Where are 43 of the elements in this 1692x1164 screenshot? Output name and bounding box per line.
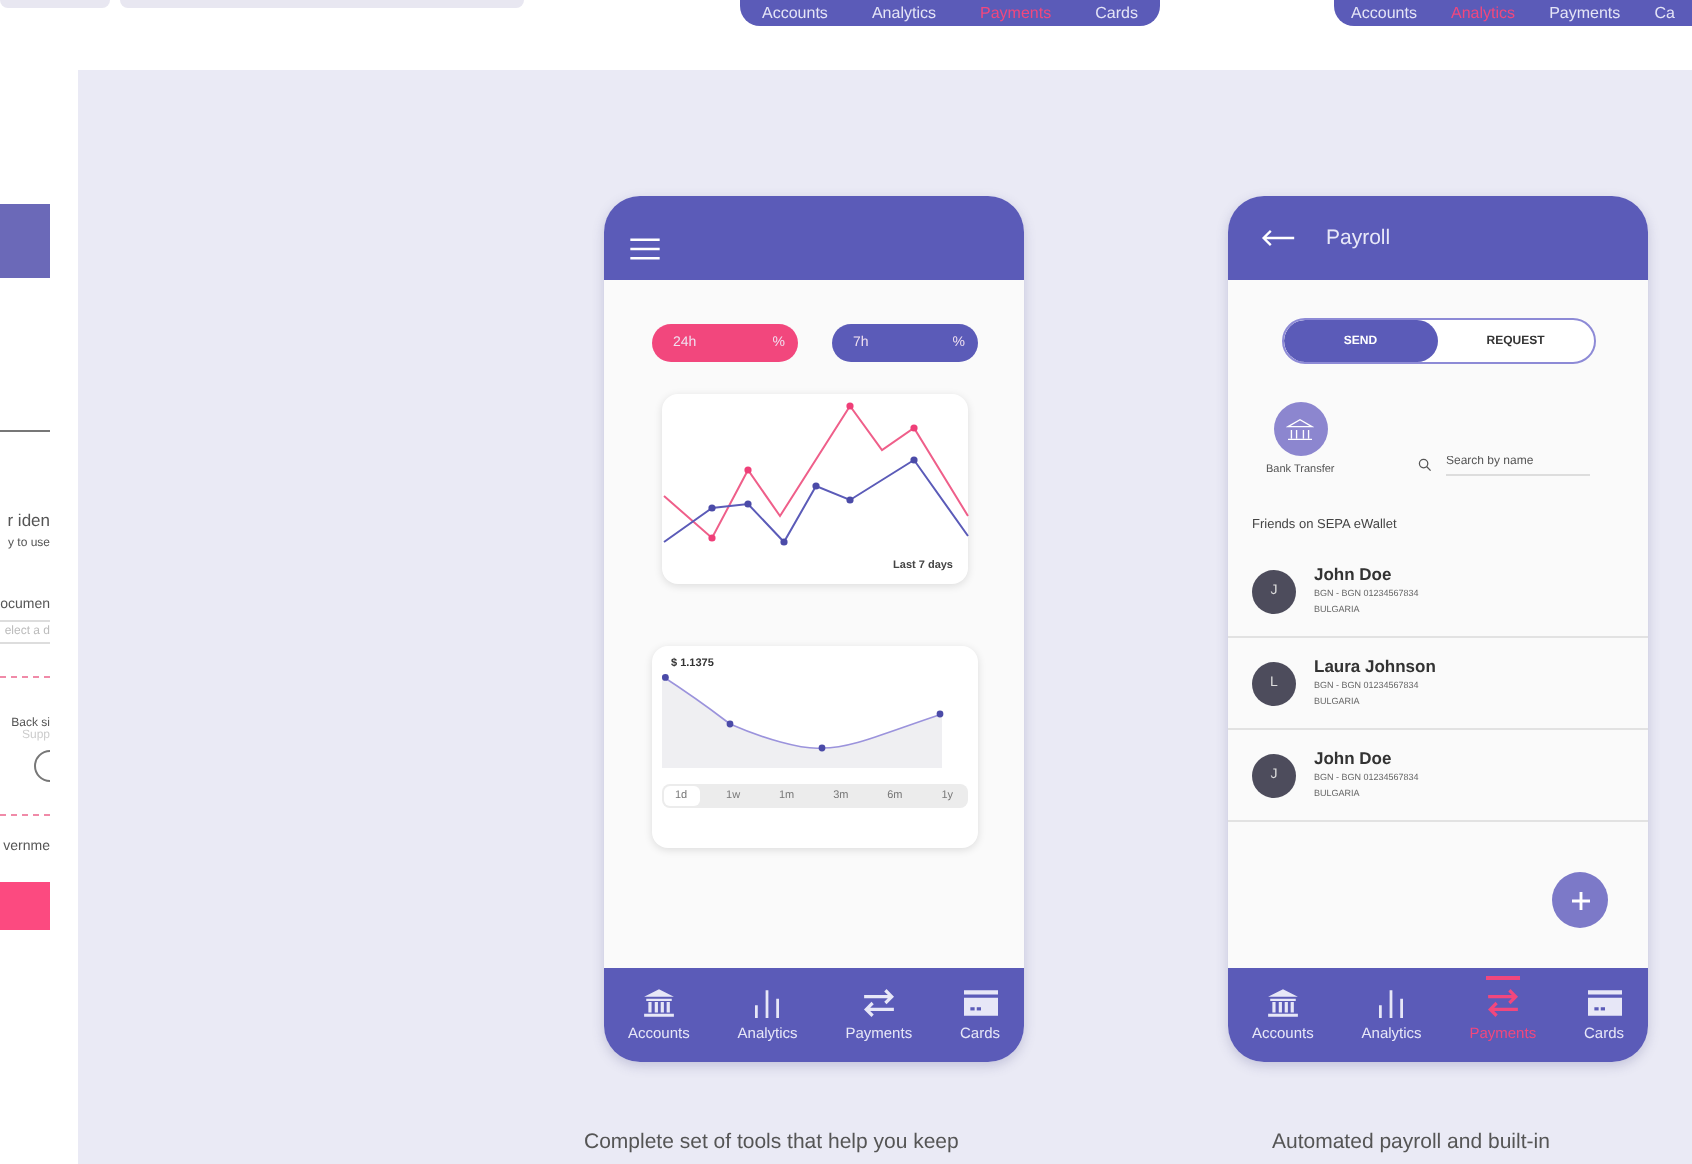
nav-tab[interactable]: Analytics — [871, 4, 936, 22]
data-point — [909, 424, 917, 432]
card-icon — [1587, 988, 1622, 1018]
bank-transfer-button[interactable] — [1273, 402, 1328, 456]
data-point — [845, 496, 853, 504]
contact-name: Laura Johnson — [1314, 656, 1436, 676]
data-point — [811, 482, 819, 490]
data-point — [909, 456, 917, 464]
feature-caption: Automated payroll and built-in — [1272, 1130, 1552, 1154]
nav-tab[interactable]: Payments — [1549, 4, 1621, 22]
nav-tab[interactable]: Accounts — [1351, 4, 1417, 22]
data-point — [845, 402, 853, 410]
data-point — [661, 674, 668, 681]
nav-tab[interactable]: Cards — [1095, 4, 1138, 22]
bank-icon — [1265, 988, 1300, 1018]
contact-name: John Doe — [1314, 748, 1394, 768]
transfer-icon — [861, 988, 896, 1018]
contact-name: John Doe — [1314, 564, 1394, 584]
add-button[interactable] — [1552, 872, 1608, 928]
plus-icon — [1571, 891, 1589, 909]
data-point — [935, 710, 943, 718]
bank-icon — [1286, 417, 1315, 441]
menu-icon[interactable] — [630, 237, 660, 259]
heading-text: r iden — [7, 510, 50, 530]
data-point — [779, 538, 787, 546]
bar-chart-icon — [1374, 988, 1409, 1018]
data-point — [817, 744, 825, 752]
feature-caption: Complete set of tools that help you keep — [584, 1130, 961, 1154]
data-point — [743, 466, 751, 474]
nav-tab[interactable]: Ca — [1654, 4, 1675, 22]
bar-chart-icon — [750, 988, 785, 1018]
data-point — [707, 504, 715, 512]
bank-icon — [641, 988, 676, 1018]
data-point — [725, 720, 733, 728]
card-icon — [963, 988, 998, 1018]
back-arrow-icon[interactable] — [1260, 228, 1296, 248]
nav-tab[interactable]: Accounts — [762, 4, 828, 22]
data-point — [743, 500, 751, 508]
header-bar — [0, 204, 50, 278]
screen-title: Payroll — [1326, 226, 1391, 250]
transfer-icon — [1485, 988, 1520, 1018]
data-point — [707, 534, 715, 542]
search-icon — [1418, 457, 1432, 471]
